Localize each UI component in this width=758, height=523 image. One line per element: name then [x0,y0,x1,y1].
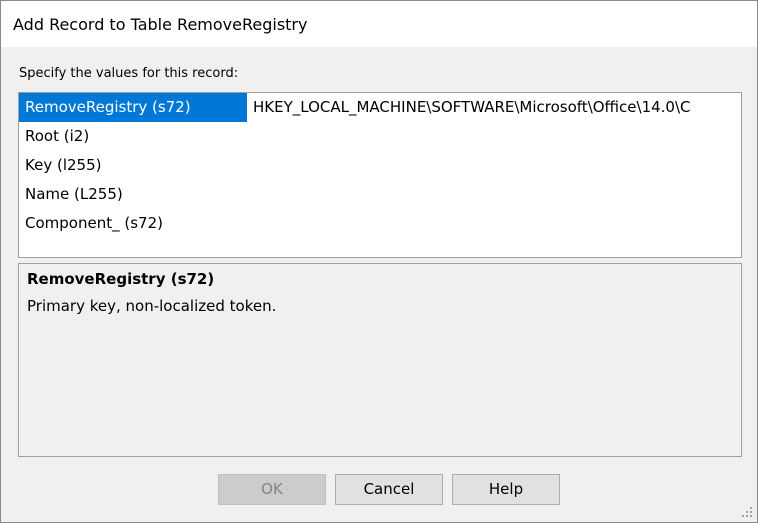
window-title: Add Record to Table RemoveRegistry [13,15,308,34]
field-name[interactable]: Root (i2) [19,122,247,151]
field-name[interactable]: Component_ (s72) [19,209,247,238]
ok-button[interactable]: OK [218,474,326,505]
field-row-name[interactable]: Name (L255) [19,180,741,209]
add-record-dialog: Add Record to Table RemoveRegistry Speci… [0,0,758,523]
field-value-input[interactable] [253,209,741,238]
field-values-grid: RemoveRegistry (s72) HKEY_LOCAL_MACHINE\… [18,92,742,258]
field-row-key[interactable]: Key (l255) [19,151,741,180]
description-title: RemoveRegistry (s72) [27,270,215,288]
field-name[interactable]: Key (l255) [19,151,247,180]
cancel-button[interactable]: Cancel [335,474,443,505]
field-value-input[interactable]: HKEY_LOCAL_MACHINE\SOFTWARE\Microsoft\Of… [253,93,741,122]
field-value-input[interactable] [253,122,741,151]
field-description-panel: RemoveRegistry (s72) Primary key, non-lo… [18,263,742,457]
field-row-root[interactable]: Root (i2) [19,122,741,151]
field-row-removeregistry[interactable]: RemoveRegistry (s72) HKEY_LOCAL_MACHINE\… [19,93,741,122]
description-text: Primary key, non-localized token. [27,297,277,315]
form-prompt: Specify the values for this record: [19,66,239,81]
field-name[interactable]: Name (L255) [19,180,247,209]
resize-grip-icon[interactable] [741,506,753,518]
field-row-component[interactable]: Component_ (s72) [19,209,741,238]
help-button[interactable]: Help [452,474,560,505]
field-value-input[interactable] [253,180,741,209]
field-value-input[interactable] [253,151,741,180]
title-bar[interactable]: Add Record to Table RemoveRegistry [1,1,757,47]
field-name[interactable]: RemoveRegistry (s72) [19,93,247,122]
